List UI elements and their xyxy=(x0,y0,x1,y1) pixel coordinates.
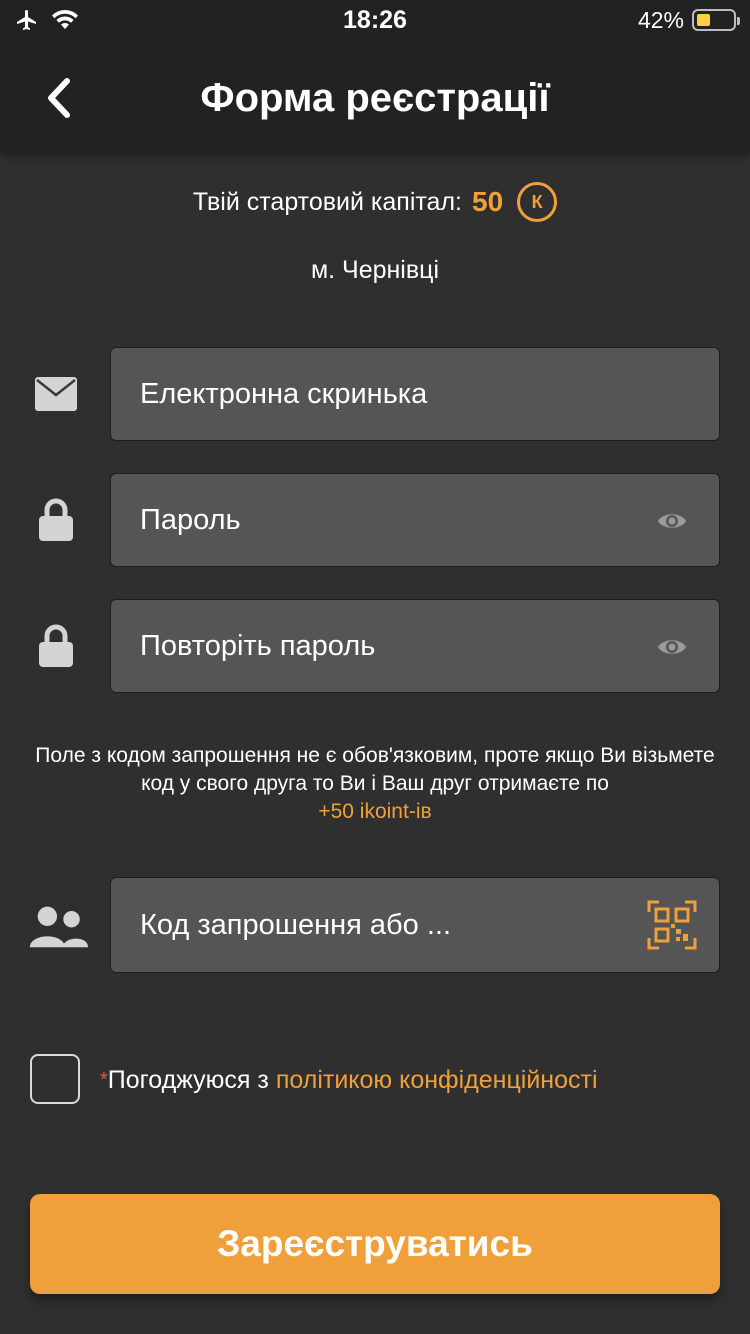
battery-fill xyxy=(697,14,710,26)
eye-icon[interactable] xyxy=(657,635,687,659)
eye-icon[interactable] xyxy=(657,509,687,533)
lock-icon xyxy=(26,490,86,550)
register-button[interactable]: Зареєструватись xyxy=(30,1194,720,1294)
repeat-password-placeholder: Повторіть пароль xyxy=(140,629,376,662)
starting-capital: Твій стартовий капітал: 50 К xyxy=(0,180,750,224)
lock-icon xyxy=(26,616,86,676)
invite-code-placeholder: Код запрошення або ... xyxy=(140,908,452,941)
agreement-text: *Погоджуюся з політикою конфіденційності xyxy=(100,1060,598,1100)
password-field[interactable]: Пароль xyxy=(110,473,720,567)
status-right-group: 42% xyxy=(637,6,740,34)
agree-label: Погоджуюся з xyxy=(107,1066,269,1094)
privacy-policy-link[interactable]: політикою конфіденційності xyxy=(276,1066,598,1094)
required-mark: * xyxy=(100,1069,108,1091)
password-placeholder: Пароль xyxy=(140,503,241,536)
invite-info-text: Поле з кодом запрошення не є обов'язкови… xyxy=(35,744,715,795)
page-title: Форма реєстрації xyxy=(200,76,550,120)
top-bar: 18:26 42% Форма реєстрації xyxy=(0,0,750,152)
battery-nub xyxy=(737,17,740,25)
repeat-password-field[interactable]: Повторіть пароль xyxy=(110,599,720,693)
email-placeholder: Електронна скринька xyxy=(140,377,428,410)
qr-scan-icon[interactable] xyxy=(647,900,697,950)
coin-icon: К xyxy=(517,182,558,222)
invite-info: Поле з кодом запрошення не є обов'язкови… xyxy=(22,742,728,826)
agree-checkbox[interactable] xyxy=(30,1054,80,1104)
envelope-icon xyxy=(26,364,86,424)
battery-percent: 42% xyxy=(637,6,684,33)
invite-bonus: +50 ikoint-ів xyxy=(318,800,432,823)
city-label: м. Чернівці xyxy=(310,256,440,284)
battery-icon xyxy=(692,9,740,31)
invite-code-field[interactable]: Код запрошення або ... xyxy=(110,877,720,973)
users-icon xyxy=(28,896,88,956)
capital-label: Твій стартовий капітал: xyxy=(192,187,462,216)
email-field[interactable]: Електронна скринька xyxy=(110,347,720,441)
status-bar: 18:26 42% xyxy=(0,0,750,40)
capital-amount: 50 xyxy=(472,186,504,217)
